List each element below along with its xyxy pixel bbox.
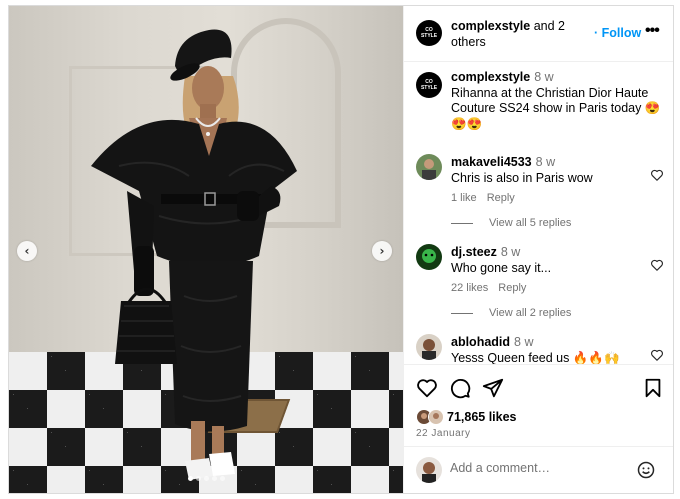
post-actions: 71,865 likes 22 January (404, 364, 673, 440)
header-username-block: complexstyle and 2 others (451, 18, 581, 50)
view-replies-label: View all 2 replies (489, 307, 572, 319)
heart-icon[interactable] (650, 258, 664, 272)
comment-username[interactable]: ablohadid (451, 335, 510, 349)
comment-like-count[interactable]: 1 like (451, 192, 477, 204)
post-side-panel: CO STYLE complexstyle and 2 others · Fol… (403, 6, 673, 493)
carousel-indicator (9, 476, 403, 481)
commenter-avatar[interactable] (416, 244, 442, 270)
comment-text-block: dj.steez 8 w Who gone say it... (451, 244, 641, 276)
emoji-icon[interactable] (636, 460, 656, 480)
view-replies-button[interactable]: View all 5 replies (451, 217, 571, 229)
caption-time: 8 w (534, 70, 554, 84)
comment-time: 8 w (514, 335, 534, 349)
comments-section: CO STYLE complexstyle 8 w Rihanna at the … (404, 62, 673, 364)
carousel-dot[interactable] (195, 476, 201, 481)
comment-time: 8 w (535, 155, 556, 169)
post-header: CO STYLE complexstyle and 2 others · Fol… (404, 6, 673, 62)
reply-button[interactable]: Reply (487, 192, 515, 204)
comment-meta: 22 likes Reply (451, 282, 536, 294)
likes-row[interactable]: 71,865 likes (416, 409, 517, 425)
bookmark-icon[interactable] (642, 377, 664, 399)
comment-text: Chris is also in Paris wow (451, 171, 593, 185)
add-comment-bar (404, 446, 673, 493)
carousel-dot[interactable] (219, 476, 225, 481)
comment-icon[interactable] (449, 377, 471, 399)
comment-text: Yesss Queen feed us 🔥🔥🙌 (451, 351, 620, 364)
heart-icon[interactable] (416, 377, 438, 399)
avatar-logo-bottom: STYLE (420, 33, 438, 39)
carousel-next-button[interactable]: › (372, 241, 392, 261)
likes-count[interactable]: 71,865 likes (447, 410, 517, 424)
divider-line (451, 222, 473, 224)
commenter-avatar[interactable] (416, 334, 442, 360)
account-avatar[interactable]: CO STYLE (416, 20, 442, 46)
share-icon[interactable] (482, 377, 504, 399)
caption-text: Rihanna at the Christian Dior Haute Cout… (451, 85, 661, 131)
carousel-prev-button[interactable]: ‹ (17, 241, 37, 261)
comment-username[interactable]: makaveli4533 (451, 155, 532, 169)
caption-username[interactable]: complexstyle (451, 70, 530, 84)
view-replies-button[interactable]: View all 2 replies (451, 307, 571, 319)
comment-text: Who gone say it... (451, 261, 552, 275)
carousel-dot[interactable] (211, 476, 217, 481)
comment-username[interactable]: dj.steez (451, 245, 497, 259)
reply-button[interactable]: Reply (498, 282, 526, 294)
comment-text-block: makaveli4533 8 w Chris is also in Paris w… (451, 154, 641, 186)
heart-icon[interactable] (650, 168, 664, 182)
post-dialog: ‹ › CO STYLE complexstyle and 2 others ·… (8, 5, 674, 494)
heart-icon[interactable] (650, 348, 664, 362)
comment-text-block: ablohadid 8 w Yesss Queen feed us 🔥🔥🙌 (451, 334, 641, 364)
follow-label: Follow (601, 26, 642, 40)
liker-avatar (428, 409, 444, 425)
divider-line (451, 312, 473, 314)
carousel-dot[interactable] (187, 476, 193, 481)
commenter-avatar[interactable] (416, 154, 442, 180)
follow-button[interactable]: · Follow (594, 26, 641, 40)
chevron-right-icon: › (379, 244, 385, 258)
caption-avatar-bottom: STYLE (420, 85, 438, 91)
post-photo[interactable]: ‹ › (9, 6, 403, 493)
post-date[interactable]: 22 January (416, 428, 470, 439)
comment-like-count[interactable]: 22 likes (451, 282, 488, 294)
caption-text-block: complexstyle 8 w Rihanna at the Christian… (451, 70, 666, 132)
caption-avatar[interactable]: CO STYLE (416, 72, 442, 98)
current-user-avatar (416, 457, 442, 483)
comment-time: 8 w (500, 245, 521, 259)
more-options-icon[interactable]: ••• (645, 22, 660, 40)
person-figure (91, 29, 297, 480)
chevron-left-icon: ‹ (24, 244, 30, 258)
view-replies-label: View all 5 replies (489, 217, 572, 229)
carousel-dot[interactable] (203, 476, 209, 481)
comment-meta: 1 like Reply (451, 192, 525, 204)
add-comment-input[interactable] (450, 461, 620, 475)
header-username[interactable]: complexstyle (451, 19, 530, 33)
